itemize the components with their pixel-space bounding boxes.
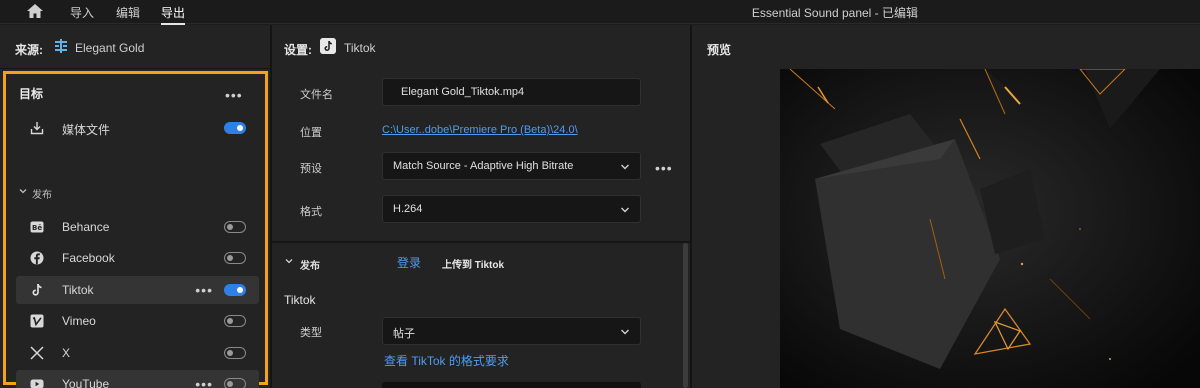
- facebook-toggle[interactable]: [224, 252, 246, 264]
- platform-label: YouTube: [62, 377, 110, 388]
- destinations-title: 目标: [19, 87, 44, 101]
- facebook-icon: [30, 251, 44, 265]
- location-label: 位置: [300, 127, 322, 139]
- chevron-down-icon[interactable]: [284, 256, 294, 266]
- type-value: 帖子: [393, 328, 415, 340]
- chevron-down-icon: [621, 207, 629, 213]
- platform-row-tiktok[interactable]: Tiktok •••: [16, 276, 259, 304]
- vimeo-icon: [30, 314, 44, 328]
- media-file-row[interactable]: 媒体文件: [16, 114, 259, 142]
- preset-label: 预设: [300, 163, 322, 175]
- platform-label: Facebook: [62, 251, 115, 265]
- next-field[interactable]: [382, 382, 641, 388]
- x-icon: [30, 346, 44, 360]
- platform-label: Behance: [62, 220, 110, 234]
- destinations-highlight: 目标 ••• 媒体文件 发布 Bē Behance Facebook Tikto…: [3, 71, 268, 388]
- home-icon[interactable]: [26, 3, 44, 19]
- nav-export[interactable]: 导出: [161, 4, 186, 25]
- settings-header: 设置:: [284, 43, 312, 57]
- tiktok-toggle[interactable]: [224, 284, 246, 296]
- media-file-toggle[interactable]: [224, 122, 246, 134]
- filename-label: 文件名: [300, 89, 333, 101]
- youtube-toggle[interactable]: [224, 378, 246, 388]
- platform-row-youtube[interactable]: YouTube •••: [16, 370, 259, 388]
- platform-label: X: [62, 346, 71, 360]
- vimeo-toggle[interactable]: [224, 315, 246, 327]
- nav-import[interactable]: 导入: [70, 4, 94, 21]
- top-bar: 导入 编辑 导出 Essential Sound panel - 已编辑: [0, 0, 1200, 25]
- platform-row-vimeo[interactable]: Vimeo: [16, 307, 259, 335]
- settings-scrollbar[interactable]: [683, 243, 688, 388]
- location-link[interactable]: C:\User..dobe\Premiere Pro (Beta)\24.0\: [382, 124, 578, 136]
- format-dropdown[interactable]: H.264: [382, 195, 641, 223]
- behance-icon: Bē: [30, 221, 44, 233]
- platform-row-x[interactable]: X: [16, 339, 259, 367]
- x-toggle[interactable]: [224, 347, 246, 359]
- preset-value: Match Source - Adaptive High Bitrate: [393, 160, 574, 172]
- preview-video[interactable]: [780, 69, 1200, 388]
- publish-section-title[interactable]: 发布: [300, 257, 320, 272]
- download-icon: [30, 122, 44, 135]
- type-dropdown[interactable]: 帖子: [382, 317, 641, 345]
- format-label: 格式: [300, 206, 322, 218]
- svg-text:Bē: Bē: [32, 224, 42, 232]
- section-divider: [272, 241, 690, 243]
- sequence-icon: [55, 39, 67, 53]
- nav-edit[interactable]: 编辑: [116, 4, 140, 21]
- filename-value: Elegant Gold_Tiktok.mp4: [401, 86, 525, 98]
- platform-label: Tiktok: [62, 283, 94, 297]
- chevron-down-icon: [621, 329, 629, 335]
- preset-dropdown[interactable]: Match Source - Adaptive High Bitrate: [382, 152, 641, 180]
- tiktok-more-icon[interactable]: •••: [195, 283, 213, 297]
- format-value: H.264: [393, 203, 423, 215]
- settings-target-name: Tiktok: [344, 41, 376, 55]
- format-requirements-link[interactable]: 查看 TikTok 的格式要求: [384, 352, 509, 369]
- chevron-down-icon: [621, 164, 629, 170]
- tiktok-badge-icon: [320, 38, 336, 54]
- youtube-more-icon[interactable]: •••: [195, 377, 213, 388]
- platform-row-behance[interactable]: Bē Behance: [16, 213, 259, 241]
- type-label: 类型: [300, 327, 322, 339]
- youtube-icon: [30, 379, 44, 388]
- window-title: Essential Sound panel - 已编辑: [751, 6, 918, 20]
- preview-frame: [780, 69, 1200, 388]
- destinations-panel: 来源: Elegant Gold 目标 ••• 媒体文件 发布 Bē Behan…: [0, 25, 270, 388]
- platform-row-facebook[interactable]: Facebook: [16, 244, 259, 272]
- preset-more-icon[interactable]: •••: [655, 161, 673, 175]
- upload-to-label: 上传到 Tiktok: [442, 260, 505, 271]
- filename-field[interactable]: Elegant Gold_Tiktok.mp4: [382, 78, 641, 106]
- behance-toggle[interactable]: [224, 221, 246, 233]
- tiktok-icon: [32, 283, 42, 296]
- tiktok-section-title: Tiktok: [284, 293, 316, 307]
- login-link[interactable]: 登录: [397, 254, 421, 271]
- source-row: 来源: Elegant Gold: [0, 25, 270, 69]
- settings-panel: 设置: Tiktok 文件名 Elegant Gold_Tiktok.mp4 位…: [272, 25, 690, 388]
- preview-title: 预览: [707, 43, 732, 57]
- chevron-down-icon[interactable]: [18, 186, 28, 196]
- publish-header[interactable]: 发布: [32, 186, 52, 201]
- platform-label: Vimeo: [62, 314, 96, 328]
- source-label: 来源:: [15, 43, 43, 57]
- destinations-more-icon[interactable]: •••: [225, 88, 243, 102]
- media-file-label: 媒体文件: [62, 123, 111, 137]
- preview-panel: 预览: [692, 25, 1200, 388]
- source-sequence-name: Elegant Gold: [75, 41, 145, 55]
